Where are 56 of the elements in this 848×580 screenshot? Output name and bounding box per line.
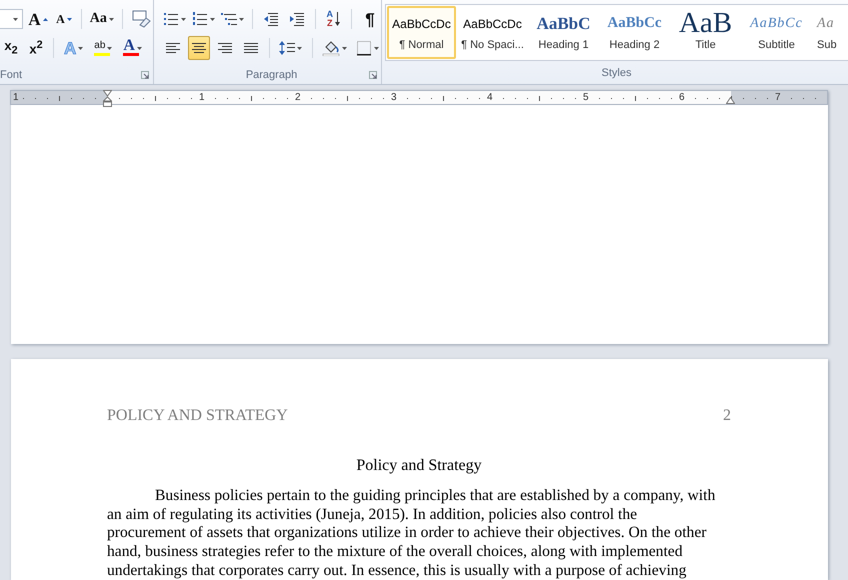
paint-bucket-icon (322, 40, 340, 56)
font-size-field[interactable] (0, 9, 24, 29)
caret-icon (13, 18, 18, 20)
dialog-launcher-icon (369, 71, 377, 79)
caret-icon (342, 46, 347, 50)
align-right-icon (217, 42, 233, 54)
caret-icon (180, 18, 186, 20)
ruler-number: 3 (391, 91, 397, 104)
subscript-button[interactable]: x$_{2}$ (0, 36, 22, 60)
caret-icon (78, 46, 84, 50)
ruler-number: 2 (295, 91, 301, 104)
align-center-icon (191, 42, 207, 54)
caret-icon (107, 46, 112, 50)
down-triangle-icon (66, 18, 72, 20)
up-triangle-icon (42, 18, 48, 20)
align-center-button[interactable] (188, 36, 210, 60)
page-number: 2 (723, 407, 731, 425)
line-spacing-icon (279, 40, 296, 56)
bullets-icon (162, 12, 179, 26)
caret-icon (108, 18, 114, 20)
change-case-button[interactable]: Aa (88, 7, 116, 31)
ruler-number: 4 (487, 91, 493, 104)
highlight-button[interactable]: ab (90, 36, 116, 60)
style-option[interactable]: AaBbCcDc ¶ Normal (387, 6, 456, 59)
clear-formatting-icon (130, 10, 151, 28)
caret-icon (297, 46, 302, 50)
multilevel-list-icon (220, 12, 237, 26)
caret-icon (374, 46, 379, 50)
dialog-launcher-icon (141, 71, 149, 79)
body-paragraph: Business policies pertain to the guiding principles that are established by a company, with an aim of regulating its activities (Juneja, 2015). In addition, policies also control the procurement of assets that organizations utilize in order to achieve their objectives. On the other hand, business strategies refer to the mixture of the overall choices, along with implemented undertakings that corporates carry out. In essence, this is usually with a purpose of achieving (107, 487, 716, 580)
borders-icon (356, 40, 372, 56)
shrink-font-button[interactable]: A (53, 7, 75, 31)
group-label: Font (0, 69, 22, 81)
document-title: Policy and Strategy (356, 457, 482, 474)
font-color-button[interactable]: A (119, 36, 146, 60)
group-label: Paragraph (246, 69, 298, 81)
sort-button[interactable]: A Z (322, 7, 344, 31)
ruler-number: 6 (679, 91, 685, 104)
page-header: POLICY AND STRATEGY (107, 407, 288, 425)
decrease-indent-icon (262, 12, 279, 26)
caret-icon (136, 46, 142, 50)
ruler-number: 1 (13, 91, 19, 104)
group-label: Styles (602, 67, 632, 80)
right-indent-marker-icon (726, 97, 735, 104)
ruler-number: 5 (583, 91, 589, 104)
align-left-icon (165, 42, 181, 54)
justify-icon (243, 42, 259, 54)
ruler-number: 1 (199, 91, 205, 104)
grow-font-button[interactable]: A (26, 7, 50, 31)
caret-icon (210, 18, 215, 20)
increase-indent-icon (288, 12, 305, 26)
ruler-number: 7 (775, 91, 781, 104)
show-marks-button[interactable]: ¶ (359, 7, 382, 31)
caret-icon (238, 18, 244, 20)
superscript-button[interactable]: x$^{2}$ (25, 36, 47, 60)
numbered-list-icon (192, 12, 208, 26)
